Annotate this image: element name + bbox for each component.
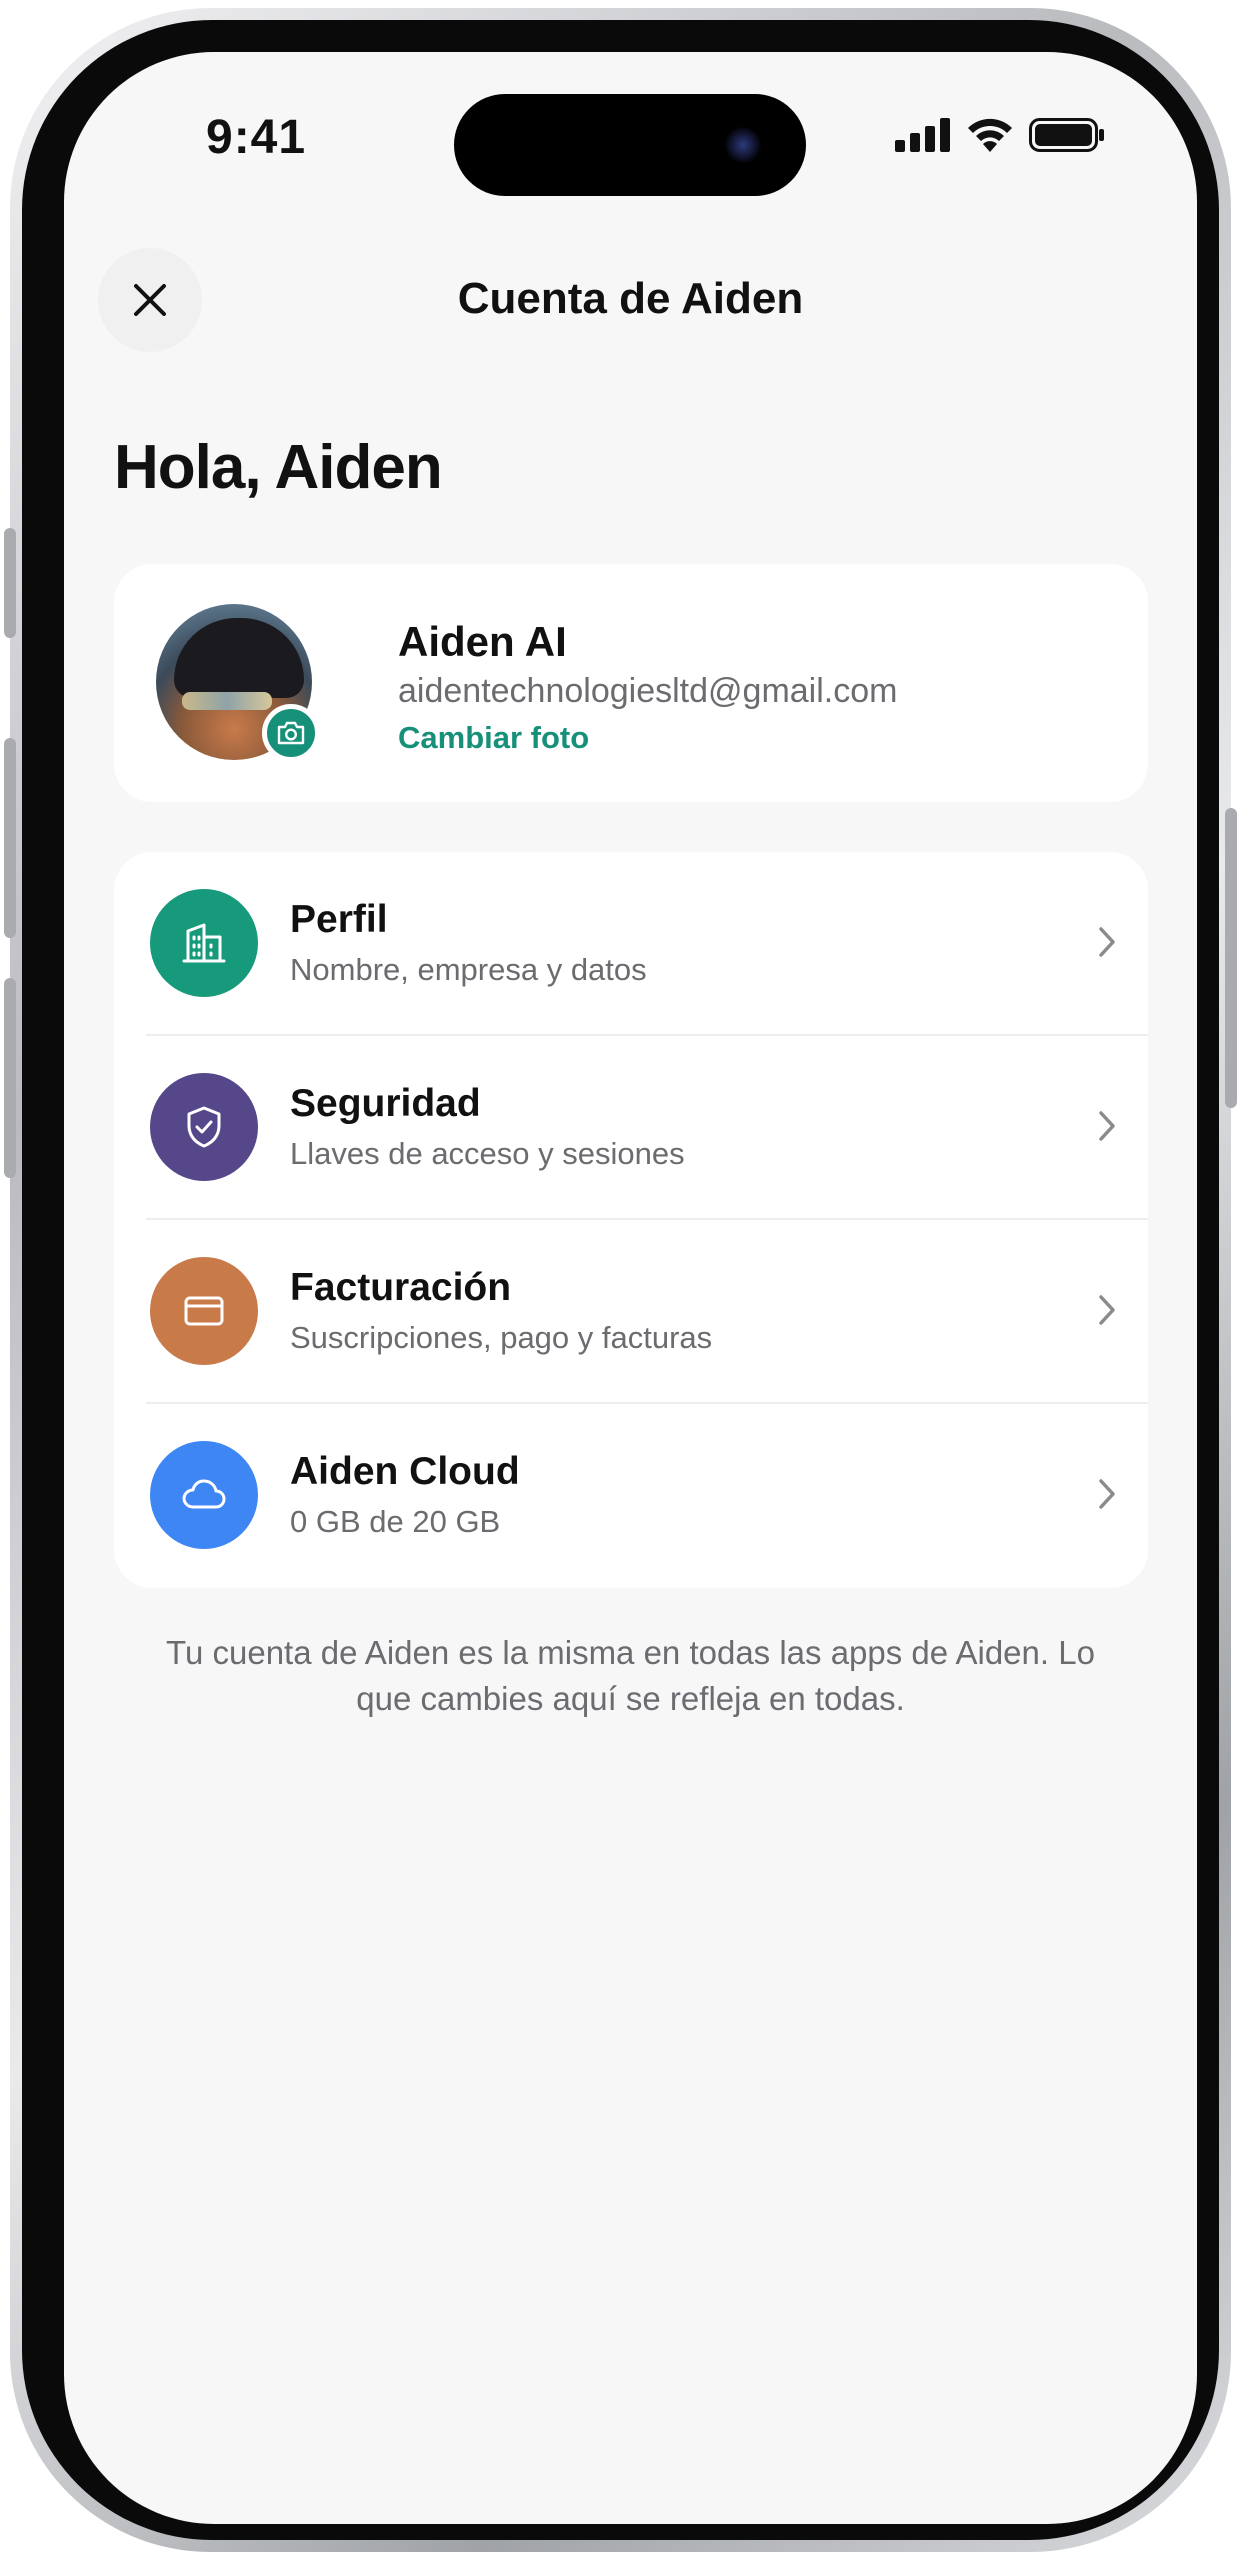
seguridad-icon-badge bbox=[150, 1073, 258, 1181]
cellular-signal-icon bbox=[895, 118, 950, 152]
profile-card: Aiden AI aidentechnologiesltd@gmail.com … bbox=[114, 564, 1148, 802]
screen: 9:41 Cuenta de Aiden Hola, Aiden Aiden A… bbox=[64, 52, 1197, 2524]
menu-item-subtitle: Nombre, empresa y datos bbox=[290, 952, 647, 987]
dynamic-island bbox=[454, 94, 806, 196]
chevron-right-icon bbox=[1099, 1111, 1115, 1141]
greeting-heading: Hola, Aiden bbox=[114, 433, 443, 502]
change-photo-badge[interactable] bbox=[262, 704, 320, 762]
footer-note: Tu cuenta de Aiden es la misma en todas … bbox=[166, 1634, 1095, 1717]
power-button bbox=[1225, 808, 1237, 1108]
volume-down-button bbox=[4, 978, 16, 1178]
profile-email: aidentechnologiesltd@gmail.com bbox=[398, 672, 898, 710]
profile-name: Aiden AI bbox=[398, 618, 567, 665]
menu-item-title: Seguridad bbox=[290, 1082, 481, 1125]
volume-up-button bbox=[4, 738, 16, 938]
menu-item-title: Aiden Cloud bbox=[290, 1450, 520, 1493]
avatar-hat bbox=[174, 618, 304, 698]
action-button bbox=[4, 528, 16, 638]
menu-item-facturacion[interactable]: Facturación Suscripciones, pago y factur… bbox=[114, 1220, 1148, 1402]
menu-item-aiden-cloud[interactable]: Aiden Cloud 0 GB de 20 GB bbox=[114, 1404, 1148, 1586]
change-photo-link[interactable]: Cambiar foto bbox=[398, 720, 589, 756]
page-title: Cuenta de Aiden bbox=[457, 274, 804, 323]
credit-card-icon bbox=[184, 1296, 224, 1326]
menu-item-subtitle: Suscripciones, pago y facturas bbox=[290, 1320, 713, 1355]
status-icons bbox=[895, 118, 1105, 152]
shield-check-icon bbox=[187, 1106, 221, 1148]
camera-icon bbox=[277, 721, 305, 745]
cloud-icon bbox=[182, 1479, 226, 1509]
avatar-glasses bbox=[182, 692, 272, 710]
menu-item-perfil[interactable]: Perfil Nombre, empresa y datos bbox=[114, 852, 1148, 1034]
wifi-icon bbox=[968, 118, 1012, 152]
facturacion-icon-badge bbox=[150, 1257, 258, 1365]
battery-icon bbox=[1029, 118, 1104, 152]
menu-item-subtitle: Llaves de acceso y sesiones bbox=[290, 1136, 685, 1171]
perfil-icon-badge bbox=[150, 889, 258, 997]
menu-item-seguridad[interactable]: Seguridad Llaves de acceso y sesiones bbox=[114, 1036, 1148, 1218]
menu-item-title: Perfil bbox=[290, 898, 388, 941]
menu-item-subtitle: 0 GB de 20 GB bbox=[290, 1504, 501, 1539]
status-time: 9:41 bbox=[206, 111, 307, 164]
building-icon bbox=[182, 923, 226, 963]
account-menu: Perfil Nombre, empresa y datos Seguridad… bbox=[114, 852, 1148, 1588]
menu-item-title: Facturación bbox=[290, 1266, 512, 1309]
front-camera-icon bbox=[724, 126, 762, 164]
chevron-right-icon bbox=[1099, 1295, 1115, 1325]
phone-frame: 9:41 Cuenta de Aiden Hola, Aiden Aiden A… bbox=[4, 8, 1237, 2552]
cloud-icon-badge bbox=[150, 1441, 258, 1549]
chevron-right-icon bbox=[1099, 927, 1115, 957]
chevron-right-icon bbox=[1099, 1479, 1115, 1509]
